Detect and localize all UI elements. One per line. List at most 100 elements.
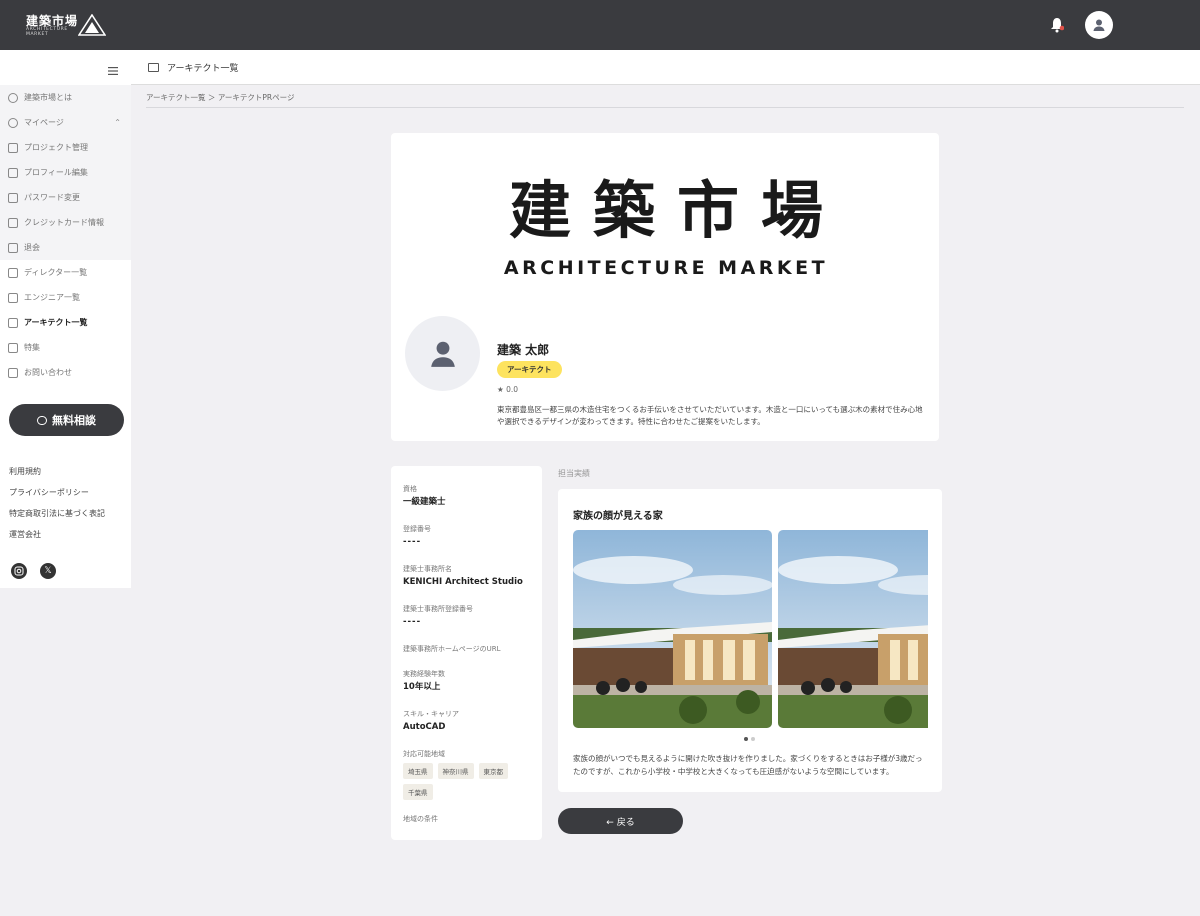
sidebar-item-label: マイページ <box>24 118 64 127</box>
logo-subtitle: ARCHITECTURE MARKET <box>26 27 68 37</box>
document-icon <box>8 342 18 353</box>
page-title: アーキテクト一覧 <box>167 64 239 74</box>
sidebar-item[interactable]: お問い合わせ <box>0 360 131 385</box>
sidebar-item-label: ディレクター一覧 <box>24 268 88 277</box>
sidebar-item-label: エンジニア一覧 <box>24 293 80 302</box>
sidebar-item-label: 退会 <box>24 243 40 252</box>
profile-card: 建築市場 ARCHITECTURE MARKET 建築 太郎 アーキテクト ★ … <box>391 133 939 441</box>
area-tags: 埼玉県 神奈川県 東京都 千葉県 <box>403 763 523 800</box>
footer-link-tokushoho[interactable]: 特定商取引法に基づく表記 <box>9 508 105 529</box>
brand-banner: 建築市場 ARCHITECTURE MARKET <box>446 174 886 280</box>
footer-link-terms[interactable]: 利用規約 <box>9 466 105 487</box>
info-value: AutoCAD <box>403 722 446 732</box>
free-consult-button[interactable]: 無料相談 <box>9 404 124 436</box>
slider-dot[interactable] <box>751 737 755 741</box>
window-icon <box>8 267 18 278</box>
home-icon <box>8 92 18 103</box>
footer-link-privacy[interactable]: プライバシーポリシー <box>9 487 105 508</box>
user-icon <box>430 341 455 367</box>
footer-link-company[interactable]: 運営会社 <box>9 529 105 550</box>
area-tag: 埼玉県 <box>403 763 433 779</box>
x-icon[interactable]: 𝕏 <box>40 563 56 579</box>
sidebar-item[interactable]: パスワード変更 <box>0 185 131 210</box>
info-value: ---- <box>403 617 422 627</box>
info-label: 建築士事務所名 <box>403 565 452 573</box>
profile-card-icon <box>8 167 18 178</box>
sidebar-item[interactable]: エンジニア一覧 <box>0 285 131 310</box>
sidebar-item[interactable]: プロジェクト管理 <box>0 135 131 160</box>
sidebar-item[interactable]: マイページ ⌃ <box>0 110 131 135</box>
sidebar-item[interactable]: 建築市場とは <box>0 85 131 110</box>
breadcrumb-divider <box>146 107 1184 108</box>
sidebar-item-label: アーキテクト一覧 <box>24 318 88 327</box>
sidebar: 建築市場とは マイページ ⌃ プロジェクト管理 プロフィール編集 パスワード変更クレジット… <box>0 50 131 588</box>
work-image[interactable] <box>573 530 772 728</box>
profile-info-card: 資格一級建築士登録番号 ---- 建築士事務所名 KENICHI Architect … <box>391 466 542 840</box>
profile-info-list: 資格一級建築士登録番号 ---- 建築士事務所名 KENICHI Architect … <box>403 484 533 826</box>
chevron-up-icon[interactable]: ⌃ <box>114 118 121 127</box>
user-icon <box>1093 19 1105 31</box>
info-label: 資格 <box>403 485 417 493</box>
sidebar-item-label: パスワード変更 <box>24 193 80 202</box>
user-avatar-button[interactable] <box>1085 11 1113 39</box>
info-label: スキル・キャリア <box>403 710 459 718</box>
notification-bell-icon[interactable] <box>1050 17 1065 33</box>
info-value: 一級建築士 <box>403 497 446 507</box>
sidebar-item-label: お問い合わせ <box>24 368 72 377</box>
exit-icon <box>8 242 18 253</box>
sidebar-item[interactable]: プロフィール編集 <box>0 160 131 185</box>
profile-description: 東京都豊島区一都三県の木造住宅をつくるお手伝いをさせていただいています。木造と一… <box>497 405 923 426</box>
area-tag: 東京都 <box>478 763 508 779</box>
sidebar-nav: 建築市場とは マイページ ⌃ プロジェクト管理 プロフィール編集 パスワード変更クレジット… <box>0 85 131 385</box>
brand-english: ARCHITECTURE MARKET <box>503 257 829 279</box>
slider-dot[interactable] <box>744 737 748 741</box>
breadcrumb[interactable]: アーキテクト一覧 ＞ アーキテクトPRページ <box>146 92 294 103</box>
work-card: 家族の顔が見える家 家族の顔がいつでも見えるように開けた吹き抜けを作りました。家… <box>558 489 942 792</box>
work-description: 家族の顔がいつでも見えるように開けた吹き抜けを作りました。家づくりをするときはお… <box>573 754 923 776</box>
work-image[interactable] <box>778 530 928 728</box>
hamburger-menu-icon[interactable] <box>108 67 118 75</box>
footer-links: 利用規約 プライバシーポリシー 特定商取引法に基づく表記 運営会社 <box>9 466 105 550</box>
info-label: 登録番号 <box>403 525 431 533</box>
info-value <box>403 656 533 669</box>
logo-mountain-icon <box>78 14 106 36</box>
info-label: 建築士事務所登録番号 <box>403 605 473 613</box>
sidebar-item[interactable]: ディレクター一覧 <box>0 260 131 285</box>
window-icon <box>8 317 18 328</box>
brand-kanji: 建築市場 <box>508 174 845 247</box>
window-icon <box>148 63 159 72</box>
role-badge: アーキテクト <box>497 361 562 378</box>
free-consult-label: 無料相談 <box>52 414 96 427</box>
sidebar-item-label: 特集 <box>24 343 40 352</box>
sidebar-item[interactable]: 特集 <box>0 335 131 360</box>
works-section-title: 担当実績 <box>558 469 590 478</box>
sidebar-item[interactable]: アーキテクト一覧 <box>0 310 131 335</box>
work-image-slider[interactable] <box>573 530 928 728</box>
chat-bubble-icon <box>37 415 47 425</box>
mail-icon <box>8 367 18 378</box>
work-title: 家族の顔が見える家 <box>573 511 663 522</box>
key-icon <box>8 192 18 203</box>
user-circle-icon <box>8 117 18 128</box>
top-header: 建築市場 ARCHITECTURE MARKET <box>0 0 1200 50</box>
info-value: KENICHI Architect Studio <box>403 577 523 587</box>
info-label: 対応可能地域 <box>403 750 445 758</box>
sliders-icon <box>8 142 18 153</box>
window-icon <box>8 292 18 303</box>
sidebar-item-label: プロフィール編集 <box>24 168 88 177</box>
sidebar-item-label: プロジェクト管理 <box>24 143 88 152</box>
info-label: 建築事務所ホームページのURL <box>403 645 501 653</box>
area-tag: 千葉県 <box>403 784 433 800</box>
profile-name: 建築 太郎 <box>497 343 550 357</box>
info-value: ---- <box>403 537 422 547</box>
back-button[interactable]: ← 戻る <box>558 808 683 834</box>
instagram-icon[interactable] <box>11 563 27 579</box>
sidebar-item[interactable]: 退会 <box>0 235 131 260</box>
site-logo[interactable]: 建築市場 ARCHITECTURE MARKET <box>26 12 116 38</box>
sidebar-item-label: 建築市場とは <box>24 93 72 102</box>
sidebar-item[interactable]: クレジットカード情報 <box>0 210 131 235</box>
info-value: 10年以上 <box>403 682 441 692</box>
social-links: 𝕏 <box>11 563 56 579</box>
rating: ★ 0.0 <box>497 385 519 394</box>
page-header: アーキテクト一覧 <box>131 50 1200 85</box>
